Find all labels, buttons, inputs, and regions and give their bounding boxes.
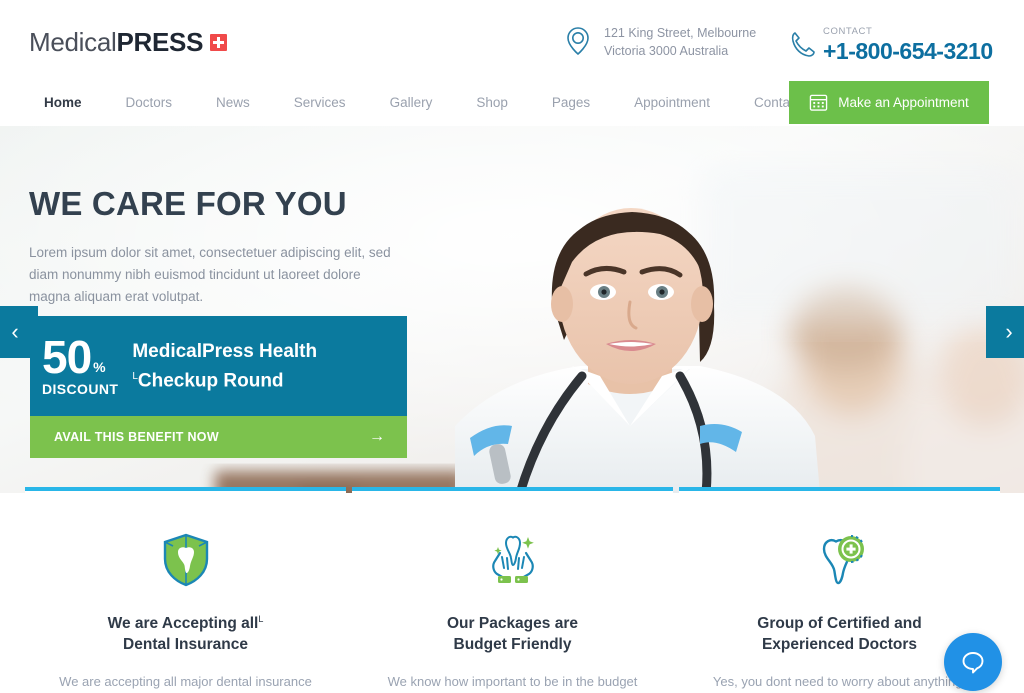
nav-item-shop[interactable]: Shop — [454, 88, 530, 118]
arrow-right-icon: → — [369, 428, 385, 445]
feature-card-title-line2: Experienced Doctors — [761, 636, 918, 654]
shield-tooth-icon — [163, 533, 208, 587]
feature-card-budget-friendly[interactable]: Our Packages are Budget Friendly We know… — [352, 487, 673, 693]
promo-headline-line2: Checkup Round — [137, 370, 284, 392]
hero-subtitle: Lorem ipsum dolor sit amet, consectetuer… — [29, 245, 391, 304]
header-address: 121 King Street, Melbourne Victoria 3000… — [562, 24, 756, 60]
feature-card-title: We are Accepting allL Dental Insurance — [51, 609, 320, 655]
avail-benefit-label: AVAIL THIS BENEFIT NOW — [54, 430, 219, 444]
contact-phone-number: +1-800-654-3210 — [823, 38, 993, 64]
header-contact[interactable]: CONTACT +1-800-654-3210 — [790, 26, 993, 64]
nav-item-appointment[interactable]: Appointment — [612, 88, 732, 118]
tooth-plus-icon — [822, 534, 864, 585]
feature-cards: We are Accepting allL Dental Insurance W… — [25, 487, 1000, 693]
site-header: Medical PRESS 121 King Street, Melbourne … — [0, 0, 1024, 126]
make-appointment-label: Make an Appointment — [838, 95, 969, 110]
nav-item-doctors[interactable]: Doctors — [104, 88, 195, 118]
feature-card-title: Group of Certified and Experienced Docto… — [705, 609, 974, 655]
promo-headline-line1: MedicalPress Health — [132, 340, 318, 362]
feature-card-title-line1: Group of Certified and — [757, 615, 922, 633]
feature-card-body: We are accepting all major dental insura… — [59, 674, 312, 690]
feature-card-title-line2: Dental Insurance — [123, 636, 248, 654]
hands-tooth-icon — [491, 535, 534, 583]
feature-card-icon-wrap — [51, 529, 320, 591]
calendar-icon — [809, 94, 828, 111]
contact-text: CONTACT +1-800-654-3210 — [823, 26, 993, 64]
nav-item-pages[interactable]: Pages — [530, 88, 612, 118]
feature-card-dental-insurance[interactable]: We are Accepting allL Dental Insurance W… — [25, 487, 346, 693]
avail-benefit-button[interactable]: AVAIL THIS BENEFIT NOW → — [30, 416, 407, 458]
address-line-1: 121 King Street, Melbourne — [604, 26, 757, 40]
nav-item-home[interactable]: Home — [40, 88, 104, 118]
feature-card-title-line1: We are Accepting all — [107, 615, 259, 633]
slider-next-button[interactable]: › — [986, 306, 1024, 358]
nav-item-services[interactable]: Services — [272, 88, 368, 118]
feature-card-title-line1: Our Packages are — [447, 615, 578, 633]
page-root: WE CARE FOR YOU Lorem ipsum dolor sit am… — [0, 0, 1024, 693]
promo-percent-symbol: % — [93, 359, 106, 375]
feature-card-title-sup: L — [258, 614, 264, 624]
hero-title: WE CARE FOR YOU — [29, 185, 347, 222]
chevron-right-icon: › — [1005, 319, 1013, 344]
promo-discount-label: DISCOUNT — [42, 381, 119, 397]
site-logo[interactable]: Medical PRESS — [29, 27, 228, 58]
chat-bubble-icon — [962, 652, 984, 674]
address-line-2: Victoria 3000 Australia — [604, 44, 729, 58]
promo-headline: MedicalPress Health LCheckup Round — [132, 339, 317, 393]
phone-icon — [791, 32, 815, 57]
main-navigation: Home Doctors News Services Gallery Shop … — [40, 88, 822, 118]
feature-card-icon-wrap — [378, 529, 647, 591]
address-text: 121 King Street, Melbourne Victoria 3000… — [604, 24, 756, 60]
logo-text-bold: PRESS — [116, 27, 204, 57]
hero-slider: WE CARE FOR YOU Lorem ipsum dolor sit am… — [0, 126, 1024, 493]
feature-card-body: We know how important to be in the budge… — [387, 674, 638, 690]
nav-item-gallery[interactable]: Gallery — [368, 88, 455, 118]
contact-label: CONTACT — [823, 26, 873, 37]
promo-discount-block: 50 % DISCOUNT — [42, 331, 119, 397]
chat-widget-button[interactable] — [944, 633, 1002, 691]
feature-card-body: Yes, you dont need to worry about anythi… — [712, 674, 967, 690]
promo-discount-number: 50 — [42, 331, 92, 383]
hero-copy: WE CARE FOR YOU Lorem ipsum dolor sit am… — [29, 184, 429, 308]
make-appointment-button[interactable]: Make an Appointment — [789, 81, 989, 124]
chevron-left-icon: ‹ — [11, 319, 19, 344]
location-pin-icon — [567, 27, 589, 56]
logo-text-light: Medical — [29, 27, 117, 57]
feature-card-title: Our Packages are Budget Friendly — [378, 609, 647, 655]
feature-card-icon-wrap — [705, 529, 974, 591]
promo-banner: 50 % DISCOUNT MedicalPress Health LCheck… — [30, 316, 407, 458]
nav-item-news[interactable]: News — [194, 88, 272, 118]
slider-prev-button[interactable]: ‹ — [0, 306, 38, 358]
promo-banner-top: 50 % DISCOUNT MedicalPress Health LCheck… — [30, 316, 407, 416]
feature-card-title-line2: Budget Friendly — [453, 636, 572, 654]
red-cross-icon — [210, 34, 228, 51]
